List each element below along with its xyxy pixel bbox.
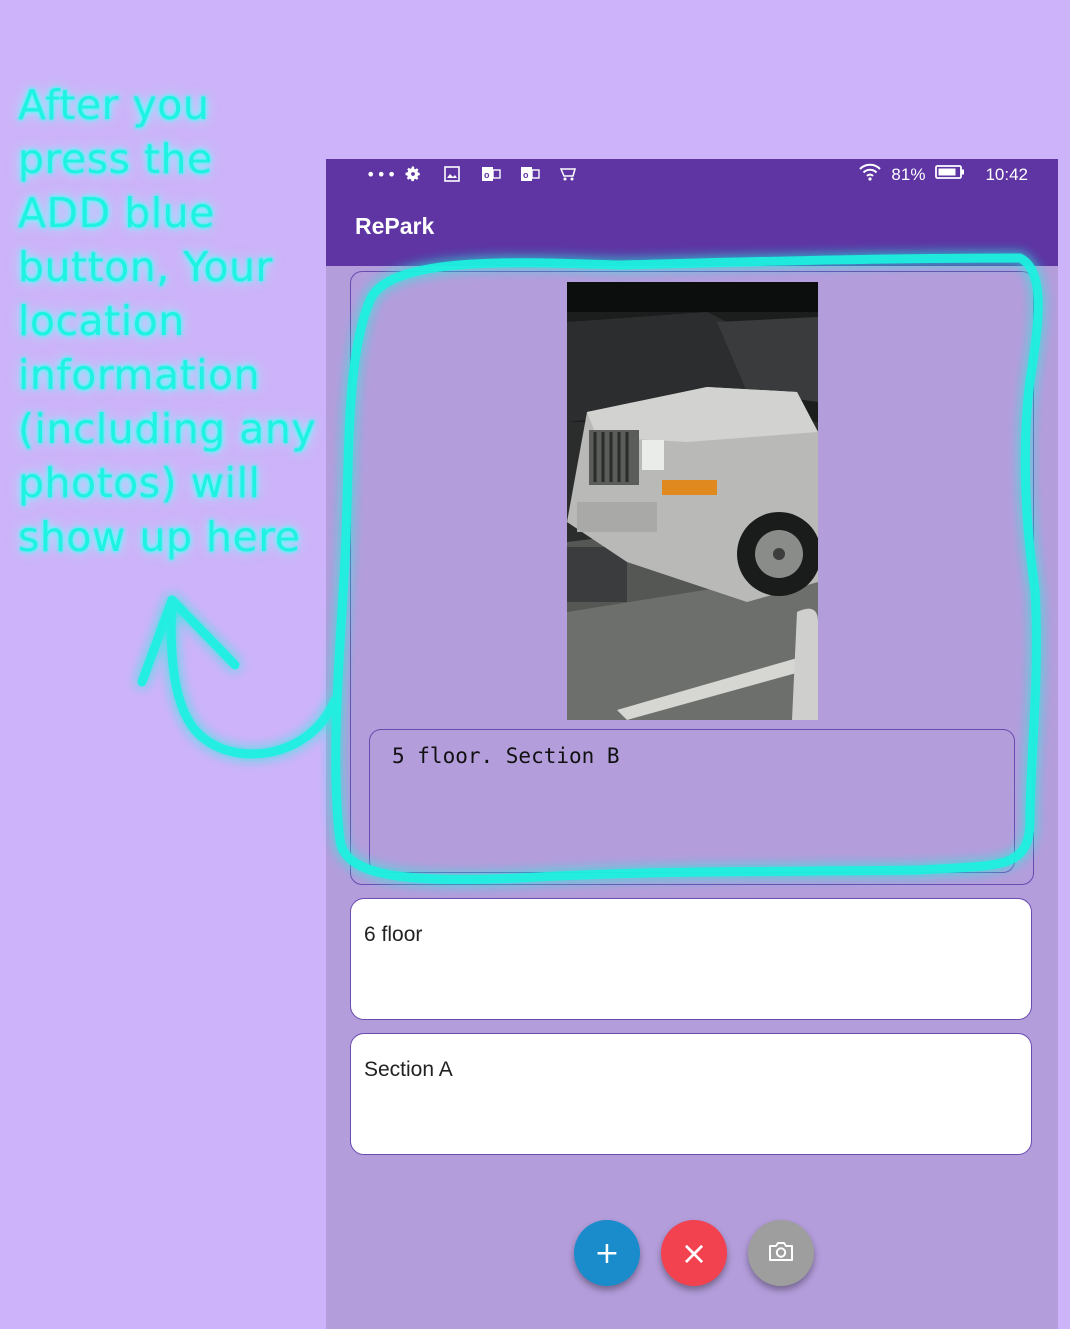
svg-text:o: o — [523, 170, 529, 180]
status-right: 81% 10:42 — [859, 163, 1028, 186]
location-entry-text: 6 floor — [364, 923, 423, 946]
clock: 10:42 — [985, 164, 1028, 184]
app-title: RePark — [355, 213, 435, 239]
svg-text:o: o — [484, 170, 490, 180]
battery-icon — [935, 164, 965, 185]
outlook-icon-2: o — [520, 165, 540, 183]
location-entry-text: Section A — [364, 1058, 453, 1081]
camera-button[interactable] — [748, 1220, 814, 1286]
gallery-icon — [444, 165, 460, 183]
clear-button[interactable]: × — [661, 1220, 727, 1286]
location-note-card[interactable]: 5 floor. Section B — [369, 729, 1015, 873]
more-horizontal-icon: ••• — [366, 164, 398, 184]
status-bar: ••• o o 81% 10:42 — [326, 159, 1058, 189]
arrow-line — [166, 595, 340, 759]
add-button[interactable]: + — [574, 1220, 640, 1286]
close-icon: × — [680, 1234, 708, 1272]
arrow-head — [137, 595, 240, 687]
wifi-icon — [859, 163, 882, 186]
annotation-text: After you press the ADD blue button, You… — [18, 81, 317, 561]
battery-percent: 81% — [891, 164, 926, 184]
app-bar: RePark — [326, 189, 1058, 266]
location-entry-card[interactable]: Section A — [350, 1033, 1032, 1155]
settings-gear-icon — [404, 165, 422, 183]
parking-photo — [567, 282, 818, 720]
shopping-cart-icon — [559, 165, 579, 183]
location-note-text: 5 floor. Section B — [392, 744, 620, 768]
location-entry-card[interactable]: 6 floor — [350, 898, 1032, 1020]
plus-icon: + — [594, 1235, 620, 1271]
camera-icon — [768, 1240, 794, 1266]
outlook-icon: o — [481, 165, 501, 183]
app-screen: ••• o o 81% 10:42 RePark 5 floor. Sectio… — [326, 159, 1058, 1329]
saved-location-card[interactable]: 5 floor. Section B — [350, 271, 1034, 885]
